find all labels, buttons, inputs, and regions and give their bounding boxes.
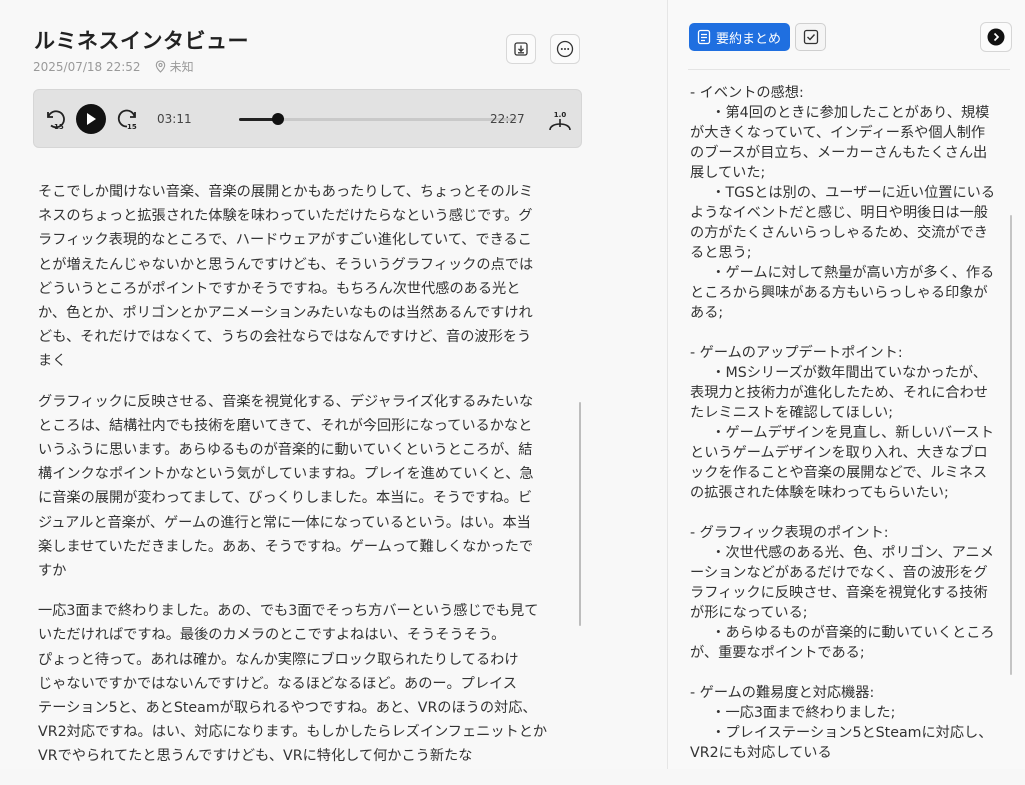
forward-seconds: 15 bbox=[127, 123, 137, 131]
audio-player: 15 15 03:11 22:27 bbox=[33, 89, 582, 148]
summary-item: ・第4回のときに参加したことがあり、規模が大きくなっていて、インディー系や個人制… bbox=[690, 105, 990, 181]
recording-location: 未知 bbox=[169, 60, 194, 74]
progress-track[interactable] bbox=[239, 113, 517, 125]
summary-section-heading: - ゲームのアップデートポイント: bbox=[690, 345, 903, 361]
summary-item: ・ゲームデザインを見直し、新しいバーストというゲームデザインを取り入れ、大きなブ… bbox=[690, 425, 994, 501]
summary-item: ・ゲームに対して熱量が高い方が多く、作るところから興味がある方もいらっしゃる印象… bbox=[690, 265, 995, 321]
progress-handle[interactable] bbox=[272, 113, 285, 125]
location-pin-icon bbox=[155, 60, 166, 73]
summary-item: ・プレイステーション5とSteamに対応し、VR2にも対応している bbox=[690, 725, 993, 761]
rewind-15-button[interactable]: 15 bbox=[43, 107, 67, 131]
recording-datetime: 2025/07/18 22:52 bbox=[33, 59, 141, 74]
total-time: 22:27 bbox=[490, 112, 525, 126]
rewind-seconds: 15 bbox=[54, 123, 64, 131]
chevron-right-icon bbox=[987, 28, 1005, 46]
more-icon bbox=[556, 40, 574, 58]
summary-section-heading: - イベントの感想: bbox=[690, 85, 804, 101]
page-title: ルミネスインタビュー bbox=[34, 29, 249, 53]
playback-speed-button[interactable]: 1.0 bbox=[547, 110, 573, 136]
rewind-icon: 15 bbox=[43, 107, 67, 131]
more-button[interactable] bbox=[550, 34, 580, 64]
checklist-icon bbox=[803, 29, 819, 45]
download-button[interactable] bbox=[506, 34, 536, 64]
transcript-pane: ルミネスインタビュー 2025/07/18 22:52 未知 15 15 03:… bbox=[0, 0, 667, 769]
transcript-paragraph: そこでしか聞けない音楽、音楽の展開とかもあったりして、ちょっとそのルミ ネスのち… bbox=[38, 184, 534, 370]
document-icon bbox=[697, 29, 711, 45]
summary-section-heading: - グラフィック表現のポイント: bbox=[690, 525, 889, 541]
download-icon bbox=[513, 41, 529, 57]
summary-item: ・次世代感のある光、色、ポリゴン、アニメーションなどがあるだけでなく、音の波形を… bbox=[690, 545, 994, 621]
forward-15-button[interactable]: 15 bbox=[116, 107, 140, 131]
transcript-scrollbar[interactable] bbox=[579, 402, 581, 626]
summary-item: ・MSシリーズが数年間出ていなかったが、表現力と技術力が進化したため、それに合わ… bbox=[690, 365, 988, 421]
transcript-paragraph: 一応3面まで終わりました。あの、でも3面でそっち方バーという感じでも見て いただ… bbox=[38, 603, 548, 765]
summary-pane: 要約まとめ - イベントの感想: ・第4回のときに参加したことがあり、規模が大き… bbox=[668, 0, 1025, 769]
current-time: 03:11 bbox=[157, 112, 192, 126]
summary-scrollbar[interactable] bbox=[1010, 215, 1012, 675]
summary-section-heading: - ゲームの難易度と対応機器: bbox=[690, 685, 875, 701]
forward-icon: 15 bbox=[116, 107, 140, 131]
summary-content: - イベントの感想: ・第4回のときに参加したことがあり、規模が大きくなっていて… bbox=[690, 83, 996, 763]
speed-icon: 1.0 bbox=[549, 111, 571, 131]
summary-tab-label: 要約まとめ bbox=[716, 31, 782, 47]
next-button[interactable] bbox=[980, 22, 1012, 52]
play-icon bbox=[85, 112, 97, 126]
summary-item: ・一応3面まで終わりました; bbox=[711, 705, 896, 721]
summary-tab-button[interactable]: 要約まとめ bbox=[689, 23, 790, 51]
summary-item: ・あらゆるものが音楽的に動いていくところが、重要なポイントである; bbox=[690, 625, 995, 661]
transcript-paragraph: グラフィックに反映させる、音楽を視覚化する、デジャライズ化するみたいな ところは… bbox=[38, 393, 534, 580]
speed-value: 1.0 bbox=[554, 111, 567, 119]
summary-header-divider bbox=[688, 69, 1010, 70]
summary-item: ・TGSとは別の、ユーザーに近い位置にいるようなイベントだと感じ、明日や明後日は… bbox=[690, 185, 996, 261]
todo-tab-button[interactable] bbox=[795, 23, 826, 51]
recording-meta: 2025/07/18 22:52 未知 bbox=[33, 58, 194, 75]
transcript-body: そこでしか聞けない音楽、音楽の展開とかもあったりして、ちょっとそのルミ ネスのち… bbox=[38, 180, 566, 785]
play-button[interactable] bbox=[76, 104, 106, 134]
